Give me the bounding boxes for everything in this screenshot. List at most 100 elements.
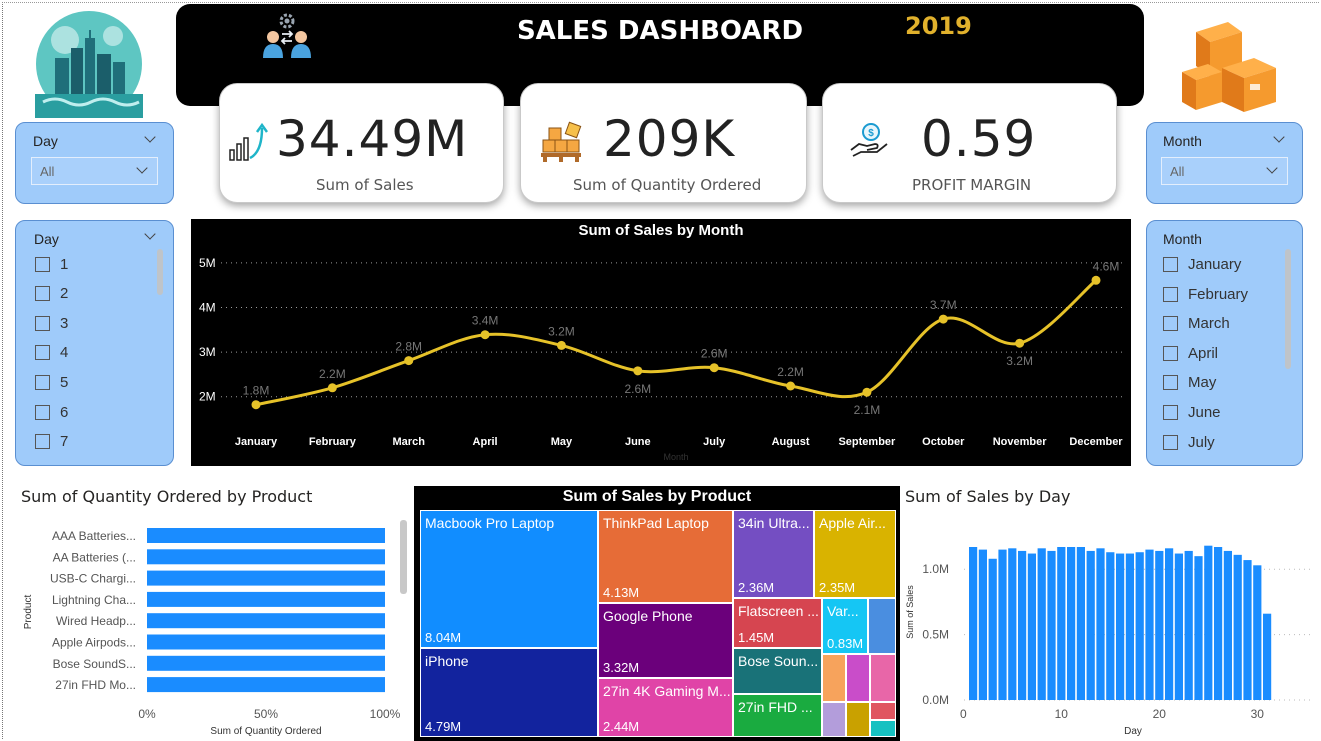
treemap-tile[interactable]: 34in Ultra... 2.36M — [733, 510, 814, 598]
bar — [969, 547, 978, 700]
checkbox[interactable] — [35, 257, 50, 272]
treemap-tile[interactable] — [870, 720, 896, 737]
treemap-tile[interactable]: ThinkPad Laptop 4.13M — [598, 510, 733, 603]
x-tick-label: March — [393, 436, 426, 448]
y-tick-label: 4M — [199, 301, 216, 315]
treemap-tile[interactable]: Google Phone 3.32M — [598, 603, 733, 678]
x-tick-label: May — [551, 436, 573, 448]
bar — [1214, 547, 1223, 700]
treemap-tile[interactable]: 27in 4K Gaming M... 2.44M — [598, 678, 733, 737]
data-label: 2.1M — [854, 403, 881, 417]
chevron-down-icon — [1266, 162, 1278, 174]
checkbox[interactable] — [35, 405, 50, 420]
kpi-quantity-label: Sum of Quantity Ordered — [573, 176, 762, 194]
treemap-tile[interactable] — [870, 702, 896, 720]
data-point — [556, 340, 566, 350]
data-point — [404, 356, 414, 366]
day-list-slicer: Day 1 2 3 4 5 6 7 — [15, 220, 174, 466]
bar — [1057, 547, 1066, 700]
treemap-tile[interactable]: iPhone 4.79M — [420, 648, 598, 737]
data-point — [938, 314, 948, 324]
kpi-quantity-value: 209K — [603, 110, 736, 168]
x-tick-label: January — [235, 436, 278, 448]
bar — [147, 570, 385, 586]
treemap-tile[interactable]: Flatscreen ... 1.45M — [733, 598, 822, 648]
scrollbar-thumb[interactable] — [1285, 249, 1291, 369]
checkbox[interactable] — [35, 375, 50, 390]
tile-label: 34in Ultra... — [738, 515, 810, 531]
treemap-tile[interactable]: Macbook Pro Laptop 8.04M — [420, 510, 598, 648]
day-dropdown-select[interactable]: All — [31, 157, 158, 185]
bar — [998, 549, 1007, 700]
sales-by-month-chart[interactable]: Sum of Sales by Month 5M 4M 3M 2M 1.8M Januar… — [191, 219, 1131, 466]
kpi-card-quantity[interactable]: 209K Sum of Quantity Ordered — [520, 83, 807, 203]
category-label: Lightning Cha... — [52, 593, 136, 607]
treemap-tile[interactable] — [846, 702, 870, 737]
data-point — [633, 366, 643, 376]
treemap-tile[interactable]: 27in FHD ... — [733, 694, 822, 737]
bar — [1165, 548, 1174, 700]
y-tick-label: 0.0M — [922, 693, 949, 707]
tile-value: 4.79M — [425, 719, 462, 734]
scrollbar-thumb[interactable] — [157, 249, 163, 295]
bar — [1116, 553, 1125, 700]
tile-label: Bose Soun... — [738, 653, 819, 669]
quantity-by-product-chart[interactable]: AAA Batteries... AA Batteries (... USB-C C… — [15, 512, 410, 738]
x-tick-label: November — [993, 436, 1048, 448]
checkbox[interactable] — [35, 345, 50, 360]
treemap-tile[interactable] — [870, 654, 896, 702]
checkbox[interactable] — [1163, 257, 1178, 272]
treemap-tile[interactable]: Var... 0.83M — [822, 598, 868, 654]
month-item-label: May — [1188, 374, 1217, 391]
day-item-label: 4 — [60, 344, 69, 361]
x-axis-label: Day — [1124, 726, 1142, 737]
month-list-slicer: Month January February March April May J… — [1146, 220, 1303, 466]
chevron-down-icon[interactable] — [144, 131, 156, 143]
chevron-down-icon — [136, 162, 148, 174]
data-point — [327, 383, 337, 393]
checkbox[interactable] — [1163, 316, 1178, 331]
checkbox[interactable] — [1163, 405, 1178, 420]
checkbox[interactable] — [35, 434, 50, 449]
x-tick-label: February — [309, 436, 357, 448]
day-item-label: 1 — [60, 256, 69, 273]
bar — [147, 634, 385, 650]
tile-label: Apple Air... — [819, 515, 886, 531]
treemap-tile[interactable] — [822, 654, 846, 702]
data-label: 2.6M — [701, 347, 728, 361]
sales-line — [255, 279, 1097, 407]
tile-label: ThinkPad Laptop — [603, 515, 709, 531]
y-tick-label: 3M — [199, 345, 216, 359]
day-list-title: Day — [34, 231, 59, 247]
data-label: 2.2M — [319, 367, 346, 381]
treemap-tile[interactable]: Bose Soun... — [733, 648, 822, 694]
kpi-card-sales[interactable]: 34.49M Sum of Sales — [219, 83, 504, 203]
treemap-tile[interactable]: Apple Air... 2.35M — [814, 510, 896, 598]
checkbox[interactable] — [1163, 435, 1178, 450]
month-dropdown-select[interactable]: All — [1161, 157, 1288, 185]
tile-label: Flatscreen ... — [738, 603, 819, 619]
data-point — [709, 363, 719, 373]
checkbox[interactable] — [35, 316, 50, 331]
bar — [147, 655, 385, 671]
treemap-tile[interactable] — [868, 598, 896, 654]
checkbox[interactable] — [1163, 287, 1178, 302]
checkbox[interactable] — [1163, 346, 1178, 361]
data-label: 2.8M — [395, 340, 422, 354]
month-dropdown-value: All — [1170, 164, 1185, 179]
data-label: 3.4M — [472, 314, 499, 328]
month-item-label: June — [1188, 404, 1221, 421]
checkbox[interactable] — [35, 286, 50, 301]
chevron-down-icon[interactable] — [144, 228, 156, 240]
kpi-profit-label: PROFIT MARGIN — [912, 176, 1032, 194]
sales-by-day-chart[interactable]: 1.0M 0.5M 0.0M 0 10 20 30 Day Sum of Sales — [900, 512, 1315, 738]
sales-by-product-treemap[interactable]: Sum of Sales by Product Macbook Pro Lapt… — [414, 486, 900, 741]
treemap-tile[interactable] — [846, 654, 870, 702]
x-tick-label: 100% — [370, 707, 401, 721]
checkbox[interactable] — [1163, 375, 1178, 390]
bar — [1145, 549, 1154, 700]
chevron-down-icon[interactable] — [1273, 131, 1285, 143]
scrollbar-thumb — [400, 520, 407, 594]
treemap-tile[interactable] — [822, 702, 846, 737]
kpi-card-profit[interactable]: $ 0.59 PROFIT MARGIN — [822, 83, 1117, 203]
